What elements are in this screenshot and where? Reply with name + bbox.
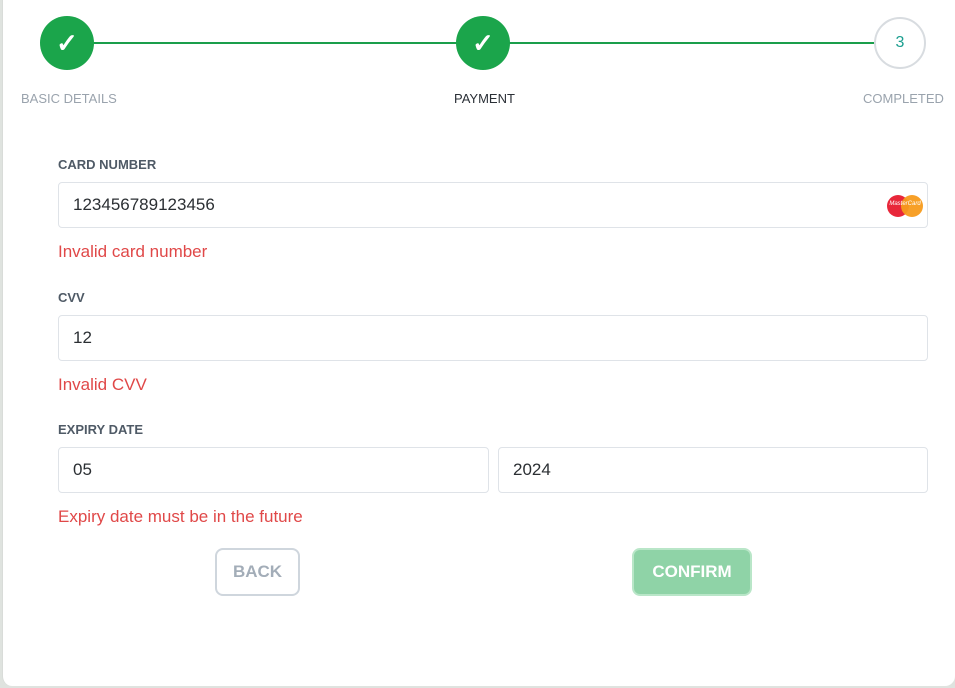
- step-completed-indicator: 3: [874, 17, 926, 69]
- expiry-year-value: 2024: [513, 460, 551, 479]
- cvv-label: CVV: [58, 290, 85, 305]
- expiry-month-input[interactable]: 05: [58, 447, 489, 493]
- expiry-date-error: Expiry date must be in the future: [58, 507, 303, 526]
- stepper-connector-1: [67, 42, 483, 44]
- mastercard-logo-text: MasterCard: [889, 201, 921, 207]
- step-basic-details-indicator: ✓: [40, 16, 94, 70]
- cvv-value: 12: [73, 328, 92, 347]
- expiry-month-value: 05: [73, 460, 92, 479]
- expiry-date-label: EXPIRY DATE: [58, 422, 144, 437]
- step-payment-indicator: ✓: [456, 16, 510, 70]
- card-number-error: Invalid card number: [58, 242, 208, 261]
- cvv-error: Invalid CVV: [58, 375, 147, 394]
- step-payment-label: PAYMENT: [454, 91, 515, 106]
- checkmark-icon: ✓: [472, 27, 494, 58]
- payment-card: ✓ ✓ 3 BASIC DETAILS PAYMENT COMPLETED CA…: [2, 0, 955, 686]
- stepper-connector-2: [483, 42, 901, 44]
- step-number: 3: [895, 34, 905, 51]
- card-number-label: CARD NUMBER: [58, 157, 157, 172]
- confirm-button[interactable]: CONFIRM: [632, 548, 752, 596]
- card-number-value: 123456789123456: [73, 195, 215, 214]
- mastercard-icon: MasterCard: [887, 195, 923, 217]
- expiry-year-input[interactable]: 2024: [498, 447, 928, 493]
- back-button[interactable]: BACK: [215, 548, 300, 596]
- step-basic-details-label: BASIC DETAILS: [21, 91, 117, 106]
- step-completed-label: COMPLETED: [863, 91, 944, 106]
- cvv-input[interactable]: 12: [58, 315, 928, 361]
- checkmark-icon: ✓: [56, 27, 78, 58]
- card-number-input[interactable]: 123456789123456 MasterCard: [58, 182, 928, 228]
